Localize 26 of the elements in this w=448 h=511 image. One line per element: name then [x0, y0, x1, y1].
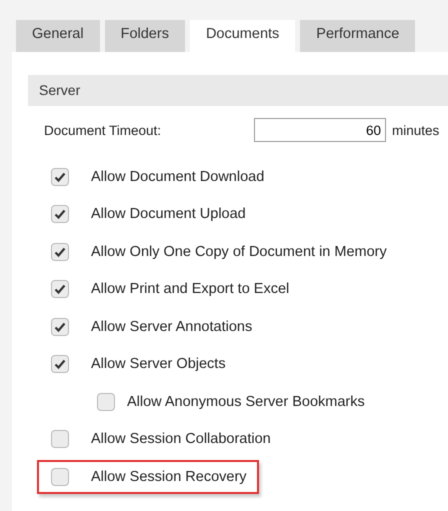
checkbox-label: Allow Anonymous Server Bookmarks	[127, 394, 365, 410]
checkbox[interactable]	[51, 205, 69, 224]
checkbox[interactable]	[51, 468, 69, 486]
checkbox[interactable]	[51, 168, 69, 186]
timeout-field[interactable]: 60	[254, 118, 386, 142]
checkbox-label: Allow Document Upload	[91, 206, 246, 222]
checkbox[interactable]	[51, 355, 69, 374]
checkbox-label: Allow Server Annotations	[91, 318, 252, 335]
checkbox[interactable]	[51, 318, 69, 336]
tab[interactable]: Documents	[190, 20, 296, 52]
checkbox[interactable]	[51, 430, 69, 448]
tab[interactable]: General	[16, 20, 100, 52]
checkbox-label: Allow Only One Copy of Document in Memory	[91, 244, 387, 260]
checkbox-label: Allow Print and Export to Excel	[91, 281, 290, 298]
field-label: Document Timeout:	[44, 122, 162, 138]
checkbox-label: Allow Document Download	[91, 168, 264, 185]
tab[interactable]: Performance	[300, 20, 416, 52]
checkbox[interactable]	[97, 392, 115, 411]
checkbox[interactable]	[51, 242, 69, 261]
checkbox-label: Allow Session Recovery	[91, 468, 247, 485]
checkbox[interactable]	[51, 280, 69, 298]
section-header: Server	[28, 75, 448, 106]
unit-label: minutes	[392, 122, 440, 138]
tab[interactable]: Folders	[104, 20, 185, 52]
checkbox-label: Allow Server Objects	[91, 356, 226, 372]
checkbox-label: Allow Session Collaboration	[91, 431, 271, 448]
